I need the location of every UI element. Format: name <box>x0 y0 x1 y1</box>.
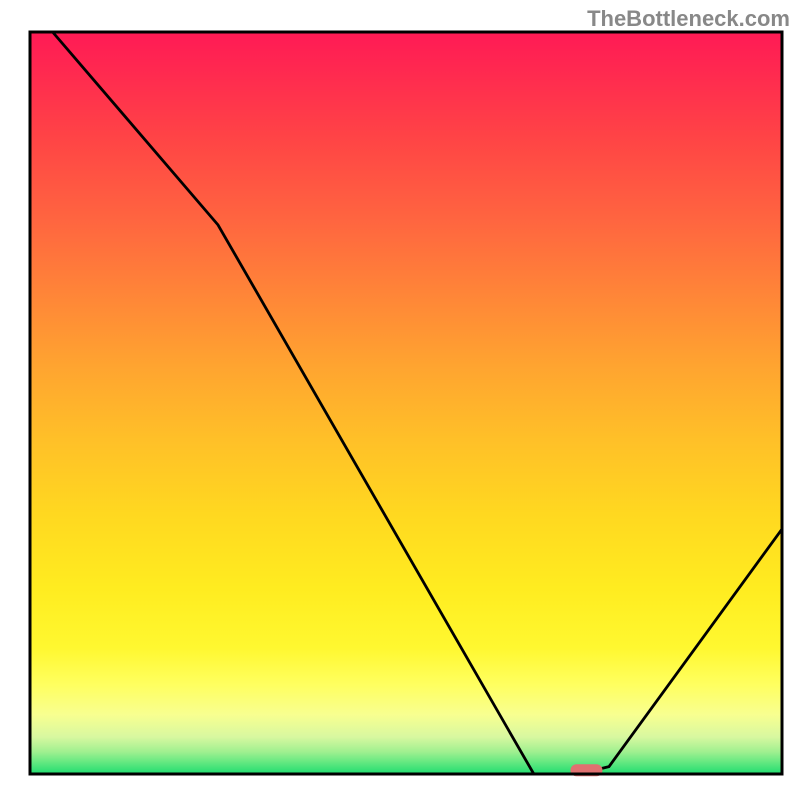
chart-svg <box>0 0 800 800</box>
plot-background <box>30 32 782 774</box>
bottleneck-chart: TheBottleneck.com <box>0 0 800 800</box>
watermark-text: TheBottleneck.com <box>587 6 790 32</box>
